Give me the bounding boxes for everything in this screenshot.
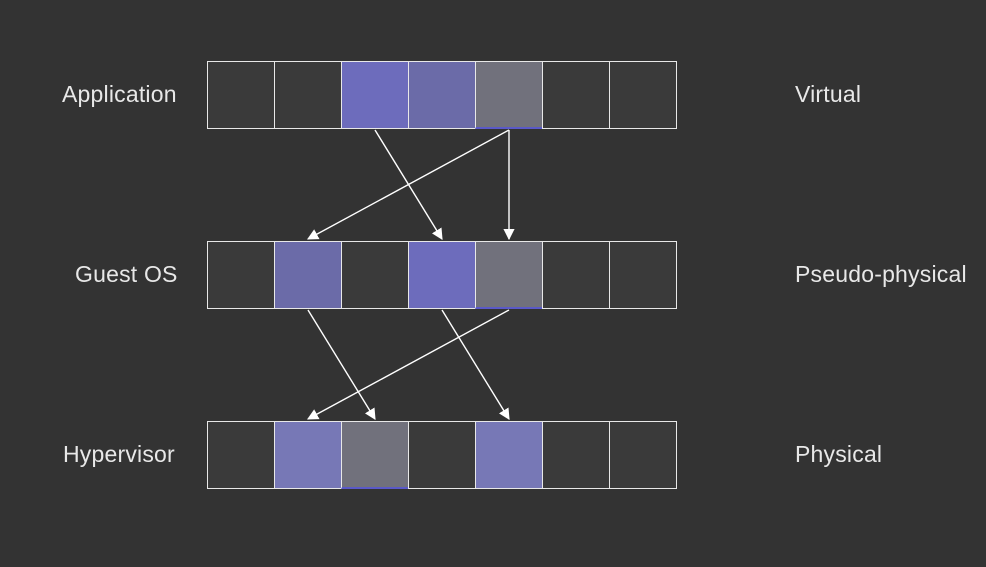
cell [408, 421, 476, 489]
mapping-arrow [375, 130, 442, 239]
cell [207, 421, 275, 489]
cell-highlight [274, 421, 342, 489]
cell [542, 241, 610, 309]
cell [207, 61, 275, 129]
cell [341, 241, 409, 309]
cell-highlight [475, 241, 543, 309]
cell [609, 241, 677, 309]
cell-highlight [475, 421, 543, 489]
cell-highlight [274, 241, 342, 309]
cell [542, 61, 610, 129]
diagram-stage: Application Virtual Guest OS Pseudo-phys… [0, 0, 986, 567]
cell [207, 241, 275, 309]
cell [609, 421, 677, 489]
cell-highlight [475, 61, 543, 129]
mapping-arrow [308, 310, 509, 419]
row-virtual [207, 61, 677, 129]
cell-highlight [341, 61, 409, 129]
cell-highlight [408, 61, 476, 129]
cell [274, 61, 342, 129]
row0-right-label: Virtual [795, 81, 861, 108]
cell [609, 61, 677, 129]
cell [542, 421, 610, 489]
mapping-arrow [308, 310, 375, 419]
mapping-arrow [308, 130, 509, 239]
mapping-arrow [442, 310, 509, 419]
row0-left-label: Application [62, 81, 177, 108]
row2-right-label: Physical [795, 441, 882, 468]
cell-highlight [341, 421, 409, 489]
row-physical [207, 421, 677, 489]
row1-right-label: Pseudo-physical [795, 261, 967, 288]
row-pseudo-physical [207, 241, 677, 309]
cell-highlight [408, 241, 476, 309]
row1-left-label: Guest OS [75, 261, 178, 288]
row2-left-label: Hypervisor [63, 441, 175, 468]
